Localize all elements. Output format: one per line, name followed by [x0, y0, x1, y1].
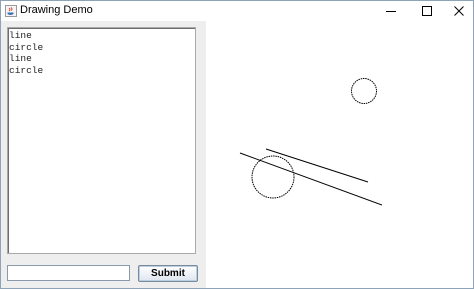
app-window: Drawing Demo line circle line circle Sub… — [0, 0, 474, 289]
maximize-icon — [422, 6, 432, 16]
command-log-textarea[interactable]: line circle line circle — [7, 27, 196, 254]
log-line: line — [9, 53, 32, 64]
log-line: circle — [9, 41, 44, 53]
log-line: circle — [9, 64, 44, 76]
line-shape — [239, 152, 383, 206]
close-button[interactable] — [439, 1, 473, 21]
minimize-icon — [386, 11, 396, 12]
circle-shape — [351, 78, 377, 104]
window-title: Drawing Demo — [20, 4, 93, 16]
java-app-icon — [5, 5, 17, 17]
control-panel: line circle line circle Submit — [1, 21, 206, 288]
close-icon — [454, 6, 464, 16]
drawing-canvas[interactable] — [206, 21, 473, 288]
title-bar[interactable]: Drawing Demo — [1, 1, 473, 21]
drawing-surface — [239, 78, 383, 206]
log-line: line — [9, 30, 32, 41]
submit-button[interactable]: Submit — [138, 265, 198, 282]
minimize-button[interactable] — [371, 1, 411, 21]
circle-shape — [251, 155, 295, 199]
line-shape — [265, 148, 369, 183]
command-input[interactable] — [7, 265, 130, 281]
